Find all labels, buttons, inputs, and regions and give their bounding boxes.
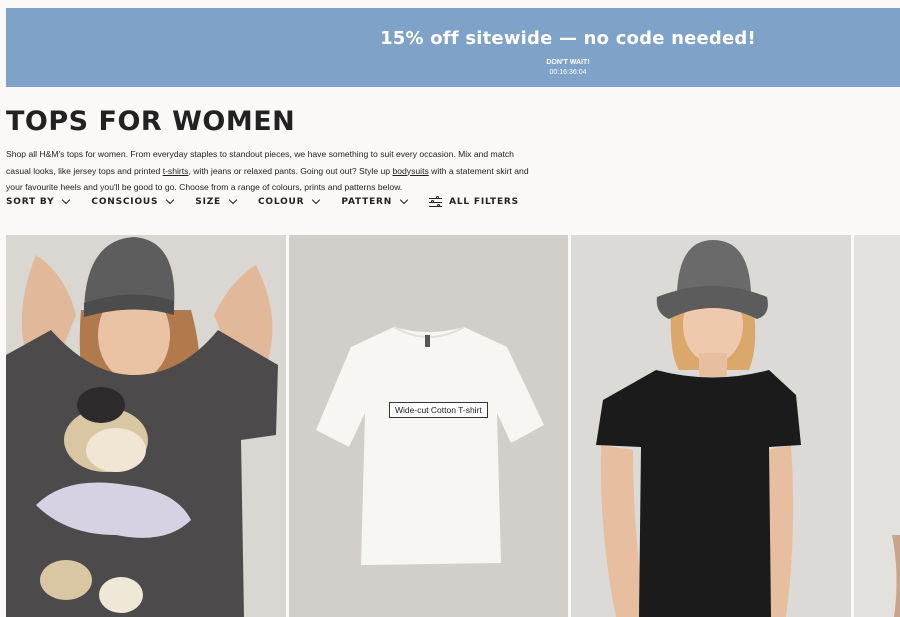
promo-title: 15% off sitewide — no code needed! xyxy=(380,28,756,49)
bodysuits-link[interactable]: bodysuits xyxy=(392,166,428,176)
chevron-down-icon xyxy=(312,195,321,205)
colour-dropdown[interactable]: COLOUR xyxy=(258,195,321,207)
product-image[interactable] xyxy=(854,235,900,617)
product-grid xyxy=(6,235,900,617)
chevron-down-icon xyxy=(228,195,238,205)
product-image[interactable] xyxy=(289,235,568,617)
product-name-tooltip: Wide-cut Cotton T-shirt xyxy=(389,402,488,418)
size-dropdown[interactable]: SIZE xyxy=(195,195,238,207)
sliders-icon xyxy=(429,196,443,208)
product-card[interactable] xyxy=(571,235,851,617)
t-shirts-link[interactable]: t-shirts xyxy=(163,166,189,176)
colour-label: COLOUR xyxy=(258,197,305,207)
promo-banner[interactable]: 15% off sitewide — no code needed! DON'T… xyxy=(6,8,900,87)
filter-bar: SORT BY CONSCIOUS SIZE COLOUR PATTERN AL… xyxy=(6,193,541,211)
product-image[interactable] xyxy=(571,235,851,617)
all-filters-button[interactable]: ALL FILTERS xyxy=(429,196,519,208)
pattern-dropdown[interactable]: PATTERN xyxy=(341,195,409,207)
product-card[interactable] xyxy=(289,235,568,617)
intro-text-2: , with jeans or relaxed pants. Going out… xyxy=(188,165,393,176)
chevron-down-icon xyxy=(62,195,71,205)
category-intro: Shop all H&M's tops for women. From ever… xyxy=(6,146,531,196)
product-card[interactable] xyxy=(854,235,900,617)
promo-countdown: 00:16:36:04 xyxy=(549,69,587,76)
sort-by-label: SORT BY xyxy=(6,197,55,207)
conscious-dropdown[interactable]: CONSCIOUS xyxy=(91,195,175,207)
chevron-down-icon xyxy=(399,195,409,205)
promo-subtitle: DON'T WAIT! xyxy=(546,59,590,66)
pattern-label: PATTERN xyxy=(341,197,393,207)
chevron-down-icon xyxy=(166,195,175,205)
product-image[interactable] xyxy=(6,235,286,617)
page-title: TOPS FOR WOMEN xyxy=(6,106,296,137)
all-filters-label: ALL FILTERS xyxy=(449,197,519,207)
product-card[interactable] xyxy=(6,235,286,617)
conscious-label: CONSCIOUS xyxy=(91,197,159,207)
size-label: SIZE xyxy=(195,197,222,207)
sort-by-dropdown[interactable]: SORT BY xyxy=(6,195,71,207)
